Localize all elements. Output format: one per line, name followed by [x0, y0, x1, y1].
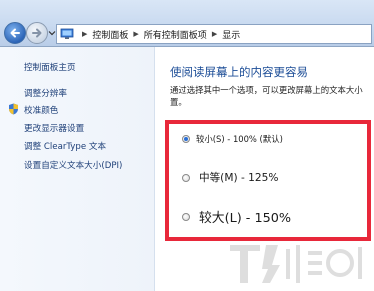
breadcrumb-item[interactable]: 控制面板: [92, 28, 128, 41]
option-label: 较小(S) - 100% (默认): [196, 134, 283, 144]
forward-button[interactable]: [26, 22, 48, 44]
breadcrumb-separator-icon[interactable]: ▶: [212, 30, 217, 38]
page-heading: 使阅读屏幕上的内容更容易: [170, 65, 308, 79]
sidebar-item-custom-dpi[interactable]: 设置自定义文本大小(DPI): [24, 159, 122, 171]
address-toolbar: ▶ 控制面板 ▶ 所有控制面板项 ▶ 显示: [0, 0, 374, 47]
left-task-pane: 控制面板主页 调整分辨率 校准颜色 更改显示器设置 调整 ClearType 文…: [0, 47, 155, 291]
sidebar-item-adjust-resolution[interactable]: 调整分辨率: [24, 87, 67, 99]
back-arrow-icon: [10, 28, 20, 38]
recent-pages-chevron-icon[interactable]: [48, 29, 56, 37]
text-size-option-medium[interactable]: 中等(M) - 125%: [182, 170, 278, 185]
text-size-option-larger[interactable]: 较大(L) - 150%: [182, 207, 291, 226]
breadcrumb-item[interactable]: 所有控制面板项: [144, 28, 207, 41]
shield-icon: [9, 103, 18, 115]
page-description: 通过选择其中一个选项，可以更改屏幕上的文本大小: [170, 85, 363, 95]
breadcrumb-separator-icon[interactable]: ▶: [133, 30, 138, 38]
back-button[interactable]: [4, 22, 26, 44]
sidebar-item-calibrate-color[interactable]: 校准颜色: [24, 104, 58, 116]
text-size-option-smaller[interactable]: 较小(S) - 100% (默认): [182, 133, 283, 145]
radio-button[interactable]: [182, 135, 190, 143]
breadcrumb-item[interactable]: 显示: [222, 28, 240, 41]
address-bar[interactable]: ▶ 控制面板 ▶ 所有控制面板项 ▶ 显示: [56, 24, 372, 44]
option-label: 较大(L) - 150%: [199, 211, 292, 226]
watermark-logo: [230, 245, 362, 283]
breadcrumb-separator-icon[interactable]: ▶: [82, 30, 87, 38]
sidebar-item-display-settings[interactable]: 更改显示器设置: [24, 122, 84, 134]
radio-button[interactable]: [182, 173, 190, 182]
radio-button[interactable]: [182, 212, 190, 221]
sidebar-item-cleartype[interactable]: 调整 ClearType 文本: [24, 140, 106, 152]
sidebar-home-link[interactable]: 控制面板主页: [24, 61, 76, 73]
forward-arrow-icon: [32, 28, 42, 38]
option-label: 中等(M) - 125%: [199, 172, 279, 184]
control-panel-icon: [60, 28, 74, 39]
page-description-continued: 置。: [170, 97, 187, 107]
